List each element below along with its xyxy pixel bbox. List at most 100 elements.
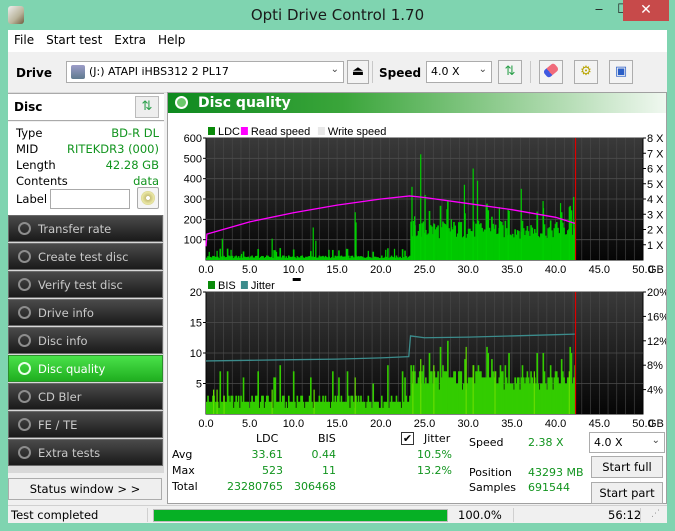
test-speed-value: 4.0 X [594, 436, 623, 449]
legend-swatch [208, 127, 215, 135]
start-full-button[interactable]: Start full [591, 456, 663, 478]
max-ldc: 523 [262, 464, 283, 477]
disc-length-value: 42.28 GB [105, 158, 159, 172]
nav-item-disc-quality[interactable]: Disc quality [8, 355, 163, 382]
test-speed-select[interactable]: 4.0 X ⌄ [589, 432, 665, 453]
nav-label: Disc quality [38, 362, 106, 376]
disc-icon [18, 334, 31, 347]
drive-select[interactable]: (J:) ATAPI iHBS312 2 PL17 ⌄ [66, 61, 344, 83]
nav-label: FE / TE [38, 418, 78, 432]
disc-mid-value: RITEKDR3 (000) [67, 142, 159, 156]
spike-bar [420, 359, 422, 414]
nav-item-verify-test-disc[interactable]: Verify test disc [8, 271, 163, 298]
spike-bar [420, 154, 422, 260]
spike-bar [465, 346, 467, 414]
status-window-button[interactable]: Status window > > [8, 478, 162, 500]
speed-select[interactable]: 4.0 X ⌄ [426, 61, 492, 83]
y2-tick-label: 4 X [647, 194, 664, 206]
x-tick-label: 25.0 [414, 264, 435, 276]
save-icon: ▣ [614, 64, 628, 79]
disc-quality-panel: Disc quality LDC Read speed Write speed 100… [167, 92, 669, 504]
spike-bar [507, 209, 509, 260]
legend-label: Write speed [328, 126, 387, 138]
spike-bar [450, 219, 452, 260]
spike-bar [520, 188, 522, 260]
disc-type-label: Type [16, 126, 43, 140]
resize-grip-icon[interactable]: ⋰ [651, 509, 660, 519]
start-part-button[interactable]: Start part [591, 482, 663, 504]
legend-label: Read speed [251, 126, 310, 138]
nav-label: Transfer rate [38, 222, 112, 236]
legend-swatch [208, 281, 215, 289]
disc-mid-label: MID [16, 142, 39, 156]
nav-item-cd-bler[interactable]: CD Bler [8, 383, 163, 410]
nav-item-drive-info[interactable]: Drive info [8, 299, 163, 326]
legend-marker [292, 278, 301, 281]
spike-bar [412, 371, 414, 414]
spike-bar [414, 216, 416, 260]
spike-bar [221, 238, 223, 260]
nav-label: Disc info [38, 334, 88, 348]
disc-refresh-button[interactable]: ⇅ [135, 96, 159, 118]
y2-tick-label: 7 X [647, 148, 664, 160]
spike-bar [313, 389, 315, 414]
disc-icon [18, 278, 31, 291]
nav-item-extra-tests[interactable]: Extra tests [8, 439, 163, 466]
refresh-speed-button[interactable]: ⇅ [498, 60, 522, 84]
x-tick-label: 5.0 [242, 264, 257, 276]
menu-start-test[interactable]: Start test [40, 30, 108, 52]
settings-button[interactable]: ⚙ [574, 60, 598, 84]
erase-button[interactable] [539, 60, 563, 84]
progress-text: 100.0% [458, 508, 502, 522]
speed-value: 2.38 X [528, 436, 564, 449]
spike-bar [485, 205, 487, 260]
disc-label-input[interactable] [50, 189, 130, 209]
x-tick-label: 40.0 [545, 264, 566, 276]
menu-extra[interactable]: Extra [108, 30, 152, 52]
toolbar-separator [530, 61, 531, 83]
max-bis: 11 [322, 464, 336, 477]
legend-swatch [240, 281, 248, 289]
nav-item-disc-info[interactable]: Disc info [8, 327, 163, 354]
spike-bar [271, 389, 273, 414]
spike-bar [212, 389, 215, 414]
nav-item-fe-te[interactable]: FE / TE [8, 411, 163, 438]
save-button[interactable]: ▣ [609, 60, 633, 84]
x-axis-unit: GB [648, 264, 664, 276]
spike-bar [393, 248, 396, 260]
spike-bar [559, 203, 562, 260]
status-separator [513, 508, 514, 522]
spike-bar [354, 377, 356, 414]
menu-help[interactable]: Help [152, 30, 191, 52]
close-button[interactable]: ✕ [623, 0, 669, 21]
y2-tick-label: 8 X [647, 133, 664, 145]
title-bar: Opti Drive Control 1.70 ‒ ☐ ✕ [0, 0, 675, 30]
y-tick-label: 15 [190, 318, 202, 330]
spike-bar [494, 371, 496, 414]
disc-icon [18, 362, 31, 375]
menu-file[interactable]: File [8, 30, 40, 52]
jitter-checkbox[interactable]: ✔ [401, 432, 414, 445]
nav-item-create-test-disc[interactable]: Create test disc [8, 243, 163, 270]
disc-icon [18, 250, 31, 263]
spike-bar [411, 186, 413, 260]
x-tick-label: 20.0 [370, 264, 391, 276]
x-tick-label: 0.0 [198, 264, 213, 276]
spike-bar [355, 222, 357, 260]
avg-ldc: 33.61 [251, 448, 284, 461]
disc-label-button[interactable] [137, 187, 159, 209]
eject-button[interactable]: ⏏ [347, 60, 369, 84]
y2-tick-label: 8% [647, 360, 663, 372]
disc-icon [18, 446, 31, 459]
spike-bar [463, 184, 466, 260]
x-tick-label: 35.0 [501, 264, 522, 276]
y-tick-label: 500 [184, 153, 202, 165]
sidebar: Disc ⇅ Type BD-R DL MID RITEKDR3 (000) Len… [8, 93, 164, 503]
toolbar-separator [372, 61, 373, 83]
chevron-down-icon: ⌄ [478, 64, 487, 75]
spike-bar [533, 371, 535, 414]
avg-label: Avg [172, 448, 193, 461]
nav-item-transfer-rate[interactable]: Transfer rate [8, 215, 163, 242]
spike-bar [568, 207, 570, 260]
speed-label: Speed [379, 66, 422, 80]
